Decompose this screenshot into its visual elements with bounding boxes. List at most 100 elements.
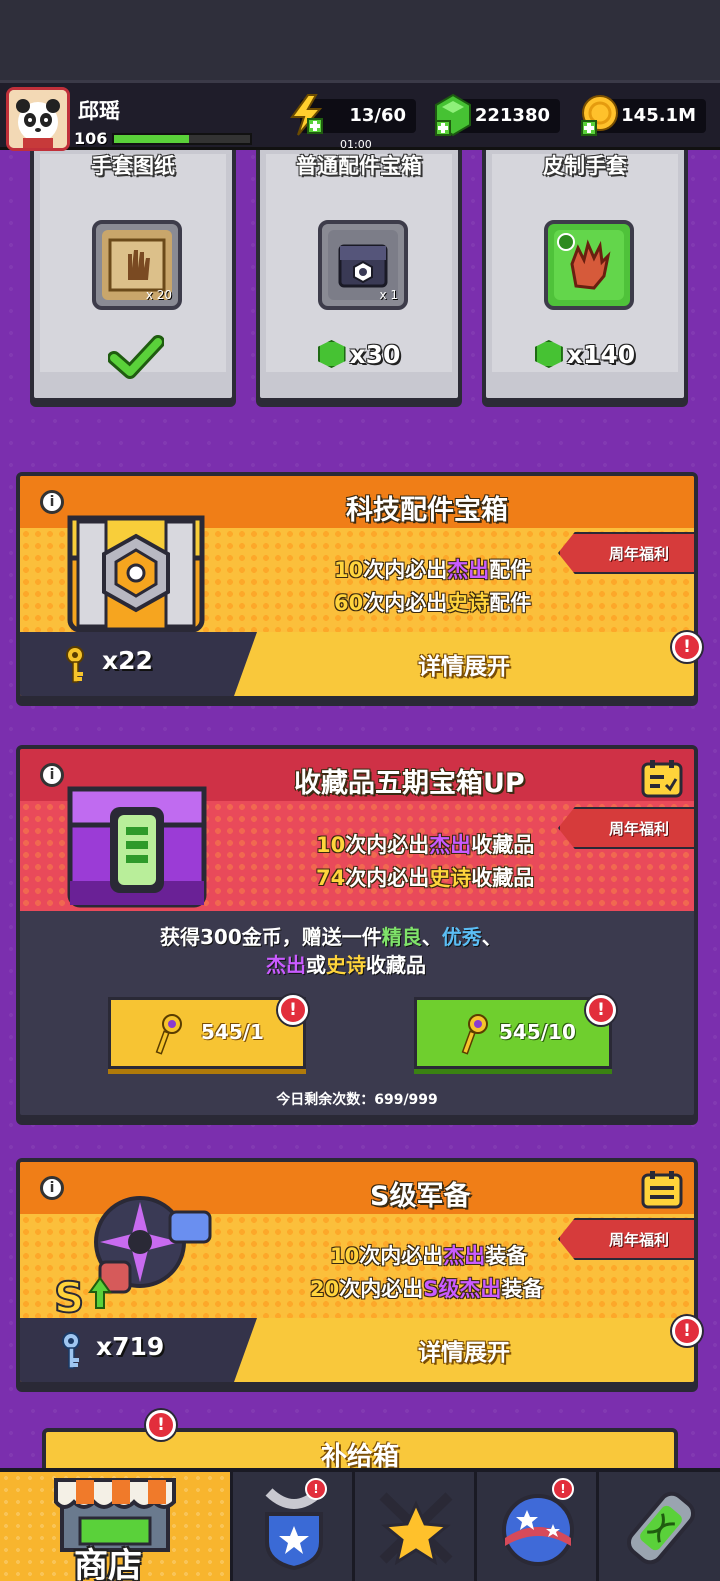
item-card-glove-blueprint[interactable]: 手套图纸 x 20: [30, 130, 236, 402]
guarantee-line-1: 10次内必出杰出收藏品: [316, 829, 534, 859]
guarantee-count: 10: [316, 833, 346, 857]
quality-label: 杰出: [429, 833, 472, 857]
guarantee-text: 次内必出: [359, 1244, 444, 1268]
alert-badge: !: [586, 995, 616, 1025]
expand-details-button[interactable]: 详情展开: [234, 1318, 694, 1382]
info-icon[interactable]: i: [40, 763, 64, 787]
expand-details-button[interactable]: 详情展开: [234, 632, 694, 696]
panda-avatar-icon: [9, 90, 67, 148]
expand-details-label: 详情展开: [418, 654, 510, 680]
guarantee-line-1: 10次内必出杰出配件: [334, 554, 531, 584]
quality-label: 优秀: [441, 925, 482, 949]
ribbon-label: 周年福利: [608, 545, 669, 563]
alert-badge: !: [305, 1478, 327, 1500]
purple-key-icon: [155, 1014, 182, 1055]
price-value: x140: [566, 340, 636, 369]
leather-glove-icon: [554, 230, 624, 300]
xp-fill: [114, 135, 189, 143]
gem-value: 221380: [474, 105, 550, 126]
avatar[interactable]: [6, 87, 70, 151]
reward-text: 或: [306, 953, 326, 977]
top-resource-bar: 邱瑶 106 13/60 01:00 221380 145.1M: [0, 80, 720, 151]
expand-details-label: 详情展开: [418, 1340, 510, 1366]
guarantee-text: 次内必出: [363, 558, 448, 582]
gem-icon: [317, 340, 346, 368]
calendar-icon[interactable]: [640, 1170, 684, 1210]
nav-battle-tab[interactable]: [352, 1472, 474, 1581]
energy-timer: 01:00: [340, 138, 372, 151]
open-1-button[interactable]: 545/1: [108, 997, 306, 1069]
guarantee-item: 收藏品: [471, 866, 535, 890]
open-10-button[interactable]: 545/10: [414, 997, 612, 1069]
card-title: 手套图纸: [91, 154, 175, 178]
coin-counter[interactable]: 145.1M: [581, 95, 706, 136]
daily-remaining-count: 今日剩余次数：699/999: [276, 1092, 438, 1108]
guarantee-text: 次内必出: [345, 866, 430, 890]
checkmark-icon: [108, 335, 164, 379]
nav-dna-tab[interactable]: [596, 1472, 720, 1581]
coin-icon: [581, 95, 618, 136]
nav-shop-tab[interactable]: 商店: [0, 1472, 230, 1581]
gem-counter[interactable]: 221380: [435, 93, 560, 137]
guarantee-count: 10: [334, 558, 364, 582]
reward-description-line-1: 获得300金币，赠送一件精良、优秀、: [160, 921, 502, 950]
quality-label: 杰出: [266, 953, 306, 977]
gem-icon: [435, 93, 471, 137]
status-bar: [0, 0, 720, 80]
anniversary-ribbon: 周年福利: [558, 532, 694, 574]
alert-badge: !: [278, 995, 308, 1025]
xp-bar: [112, 133, 252, 145]
guarantee-line-2: 60次内必出史诗配件: [334, 587, 531, 617]
item-count: x 20: [145, 288, 172, 302]
guarantee-count: 74: [316, 866, 346, 890]
price-value: x30: [349, 340, 401, 369]
energy-value: 13/60: [349, 105, 406, 126]
player-level: 106: [74, 129, 108, 148]
ribbon-label: 周年福利: [608, 1231, 669, 1249]
crossed-swords-star-icon: [379, 1492, 453, 1566]
quality-label: 史诗: [326, 953, 366, 977]
item-card-leather-glove[interactable]: 皮制手套 x140: [482, 130, 688, 402]
item-count: x 1: [379, 288, 398, 302]
guarantee-line-2: 20次内必出S级杰出装备: [310, 1273, 543, 1303]
coin-value: 145.1M: [621, 105, 696, 126]
guarantee-item: 装备: [485, 1244, 528, 1268]
nav-badge-tab[interactable]: [230, 1472, 352, 1581]
dna-capsule-icon: [626, 1491, 696, 1565]
panel-title: S级军备: [370, 1181, 471, 1212]
alert-badge: !: [146, 1410, 176, 1440]
reward-text: 获得300金币，赠送一件: [160, 925, 382, 949]
open-10-cost: 545/10: [499, 1020, 576, 1044]
guarantee-item: 收藏品: [471, 833, 535, 857]
tech-chest-panel: i 科技配件宝箱 周年福利 10次内必出杰出配件 60次内必出史诗配件 x22 …: [16, 472, 698, 700]
info-icon[interactable]: i: [40, 490, 64, 514]
separator: 、: [481, 925, 502, 949]
guarantee-text: 次内必出: [363, 591, 448, 615]
blue-key-icon: [62, 1332, 80, 1369]
reward-text: 收藏品: [366, 953, 426, 977]
item-slot: x 20: [92, 220, 182, 310]
item-price[interactable]: x30: [260, 340, 458, 369]
anniversary-ribbon: 周年福利: [558, 1218, 694, 1260]
reward-description-line-2: 杰出或史诗收藏品: [266, 949, 426, 978]
key-bar: x22 详情展开: [20, 632, 694, 696]
bottom-nav: 商店: [0, 1468, 720, 1581]
key-count: x22: [102, 646, 153, 675]
item-slot: [544, 220, 634, 310]
gem-icon: [534, 340, 563, 368]
gold-key-icon: [66, 646, 84, 683]
guarantee-count: 20: [310, 1277, 340, 1301]
guarantee-item: 配件: [489, 591, 532, 615]
nav-planet-tab[interactable]: [474, 1472, 596, 1581]
item-price[interactable]: x140: [486, 340, 684, 369]
separator: 、: [421, 925, 442, 949]
calendar-icon[interactable]: [640, 759, 684, 799]
alert-badge: !: [672, 632, 702, 662]
collectibles-chest-panel: i 收藏品五期宝箱UP 周年福利 10次内必出杰出收藏品 74次内必出史诗收藏品…: [16, 745, 698, 1119]
guarantee-text: 次内必出: [339, 1277, 424, 1301]
ribbon-label: 周年福利: [608, 820, 669, 838]
energy-counter[interactable]: 13/60 01:00: [290, 94, 416, 151]
open-1-cost: 545/1: [201, 1020, 264, 1044]
item-card-common-chest[interactable]: 普通配件宝箱 x 1 x30: [256, 130, 462, 402]
anniversary-ribbon: 周年福利: [558, 807, 694, 849]
